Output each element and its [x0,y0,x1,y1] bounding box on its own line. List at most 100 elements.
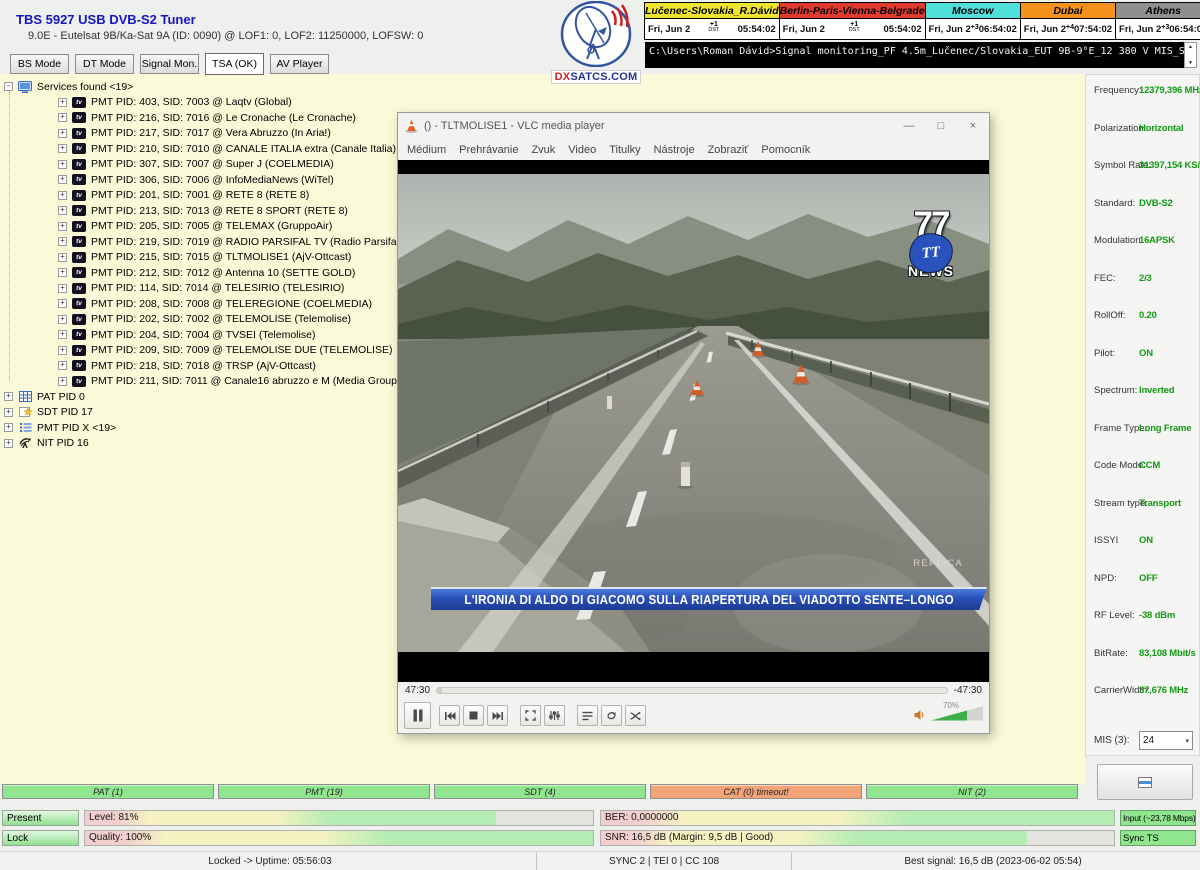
expand-icon[interactable]: + [58,315,67,324]
world-clocks: Lučenec-Slovakia_R.Dávid Fri, Jun 2 +1 D… [645,2,1198,40]
expand-icon[interactable]: + [58,284,67,293]
tree-item-service[interactable]: + tv PMT PID: 403, SID: 7003 @ Laqtv (Gl… [58,95,414,111]
tree-item-service[interactable]: + tv PMT PID: 213, SID: 7013 @ RETE 8 SP… [58,203,414,219]
scroll-down-icon[interactable]: ▼ [1188,60,1193,66]
parameter-label: ISSYI [1094,535,1118,546]
mis-label: MIS (3): [1094,735,1130,746]
tree-item-service[interactable]: + tv PMT PID: 208, SID: 7008 @ TELEREGIO… [58,296,414,312]
volume-percent-label: 70% [943,701,959,710]
clock-date: Fri, Jun 2 [648,24,690,35]
tree-item-service[interactable]: + tv PMT PID: 201, SID: 7001 @ RETE 8 (R… [58,188,414,204]
expand-icon[interactable]: + [4,423,13,432]
expand-icon[interactable]: + [58,346,67,355]
expand-icon[interactable]: + [58,206,67,215]
tree-root-services[interactable]: - Services found <19> [4,79,414,95]
vlc-menu-item[interactable]: Nástroje [654,144,695,156]
tree-item-service[interactable]: + tv PMT PID: 216, SID: 7016 @ Le Cronac… [58,110,414,126]
tree-item-sdt[interactable]: + SDT PID 17 [4,405,414,421]
expand-icon[interactable]: + [58,191,67,200]
vlc-menu-item[interactable]: Pomocník [761,144,810,156]
expand-icon[interactable]: + [4,439,13,448]
expand-icon[interactable]: + [58,222,67,231]
close-button[interactable]: × [957,113,989,139]
fullscreen-button[interactable] [520,705,541,726]
clock-widget: Athens Fri, Jun 2 +3 06:54:02 [1115,2,1200,40]
tree-item-service[interactable]: + tv PMT PID: 114, SID: 7014 @ TELESIRIO… [58,281,414,297]
random-button[interactable] [625,705,646,726]
seek-handle[interactable] [437,688,442,693]
tree-item-service[interactable]: + tv PMT PID: 306, SID: 7006 @ InfoMedia… [58,172,414,188]
tree-item-service[interactable]: + tv PMT PID: 204, SID: 7004 @ TVSEI (Te… [58,327,414,343]
parameter-label: RollOff: [1094,310,1126,321]
tree-item-service[interactable]: + tv PMT PID: 217, SID: 7017 @ Vera Abru… [58,126,414,142]
vlc-menu-item[interactable]: Video [568,144,596,156]
expand-icon[interactable]: + [4,408,13,417]
tree-item-service[interactable]: + tv PMT PID: 205, SID: 7005 @ TELEMAX (… [58,219,414,235]
seek-bar[interactable] [436,687,948,694]
video-area[interactable]: 77 TT NEWS REPLICA L'IRONIA DI ALDO DI G… [398,160,989,682]
vlc-menu-item[interactable]: Prehrávanie [459,144,518,156]
next-button[interactable] [487,705,508,726]
expand-icon[interactable]: + [58,330,67,339]
previous-button[interactable] [439,705,460,726]
stream-list-button[interactable] [1097,764,1193,800]
expand-icon[interactable]: + [58,268,67,277]
expand-icon[interactable]: + [58,237,67,246]
pause-button[interactable] [404,702,431,729]
loop-button[interactable] [601,705,622,726]
tree-item-service[interactable]: + tv PMT PID: 215, SID: 7015 @ TLTMOLISE… [58,250,414,266]
quality-label: Quality: 100% [89,832,151,843]
tree-item-service[interactable]: + tv PMT PID: 209, SID: 7009 @ TELEMOLIS… [58,343,414,359]
playlist-button[interactable] [577,705,598,726]
extended-settings-button[interactable] [544,705,565,726]
clock-time: 06:54:02 [1169,24,1200,35]
expand-icon[interactable]: + [58,253,67,262]
expand-icon[interactable]: + [58,160,67,169]
tab-av-player[interactable]: AV Player [270,54,329,74]
vlc-menu-item[interactable]: Zobraziť [708,144,749,156]
vlc-menu-item[interactable]: Zvuk [531,144,555,156]
tree-item-pmtx[interactable]: + PMT PID X <19> [4,420,414,436]
maximize-button[interactable]: □ [925,113,957,139]
signal-parameters-panel: Frequency: 12379,396 MHz Polarization: H… [1085,74,1200,756]
console-scrollbar[interactable]: ▲ ▼ [1184,42,1197,68]
stop-button[interactable] [463,705,484,726]
vlc-menu-item[interactable]: Médium [407,144,446,156]
expand-icon[interactable]: + [58,377,67,386]
expand-icon[interactable]: + [58,361,67,370]
parameter-row: CarrierWidth: 37,676 MHz [1086,681,1199,719]
tree-item-service[interactable]: + tv PMT PID: 219, SID: 7019 @ RADIO PAR… [58,234,414,250]
expand-icon[interactable]: + [4,392,13,401]
mis-dropdown[interactable]: 24 ▾ [1139,731,1193,750]
vlc-titlebar[interactable]: () - TLTMOLISE1 - VLC media player — □ × [398,113,989,139]
expand-icon[interactable]: + [58,98,67,107]
tree-item-service[interactable]: + tv PMT PID: 218, SID: 7018 @ TRSP (AjV… [58,358,414,374]
speaker-icon[interactable] [914,709,926,721]
tree-item-service[interactable]: + tv PMT PID: 211, SID: 7011 @ Canale16 … [58,374,414,390]
parameter-value: Horizontal [1139,123,1183,134]
tree-item-service[interactable]: + tv PMT PID: 212, SID: 7012 @ Antenna 1… [58,265,414,281]
tree-item-service[interactable]: + tv PMT PID: 307, SID: 7007 @ Super J (… [58,157,414,173]
tree-item-service[interactable]: + tv PMT PID: 202, SID: 7002 @ TELEMOLIS… [58,312,414,328]
clock-dst-flag: DST [708,28,719,34]
tab-tsa[interactable]: TSA (OK) [205,53,264,75]
tree-item-service[interactable]: + tv PMT PID: 210, SID: 7010 @ CANALE IT… [58,141,414,157]
minimize-button[interactable]: — [893,113,925,139]
parameter-row: RollOff: 0.20 [1086,306,1199,344]
expand-icon[interactable]: + [58,113,67,122]
tree-item-nit[interactable]: + NIT PID 16 [4,436,414,452]
tab-signal-mon[interactable]: Signal Mon. [140,54,199,74]
vlc-menu-item[interactable]: Titulky [609,144,640,156]
expand-icon[interactable]: + [58,175,67,184]
tree-item-pat[interactable]: + PAT PID 0 [4,389,414,405]
expand-icon[interactable]: + [58,144,67,153]
expand-icon[interactable]: + [58,299,67,308]
command-prompt[interactable]: C:\Users\Roman Dávid>Signal monitoring_P… [645,42,1184,68]
psi-table-status: PMT (19) [218,784,430,799]
service-label: PMT PID: 307, SID: 7007 @ Super J (COELM… [91,158,334,170]
scroll-up-icon[interactable]: ▲ [1188,44,1193,50]
tab-bs-mode[interactable]: BS Mode [10,54,69,74]
expand-icon[interactable]: + [58,129,67,138]
tab-dt-mode[interactable]: DT Mode [75,54,134,74]
tv-icon: tv [72,283,86,294]
